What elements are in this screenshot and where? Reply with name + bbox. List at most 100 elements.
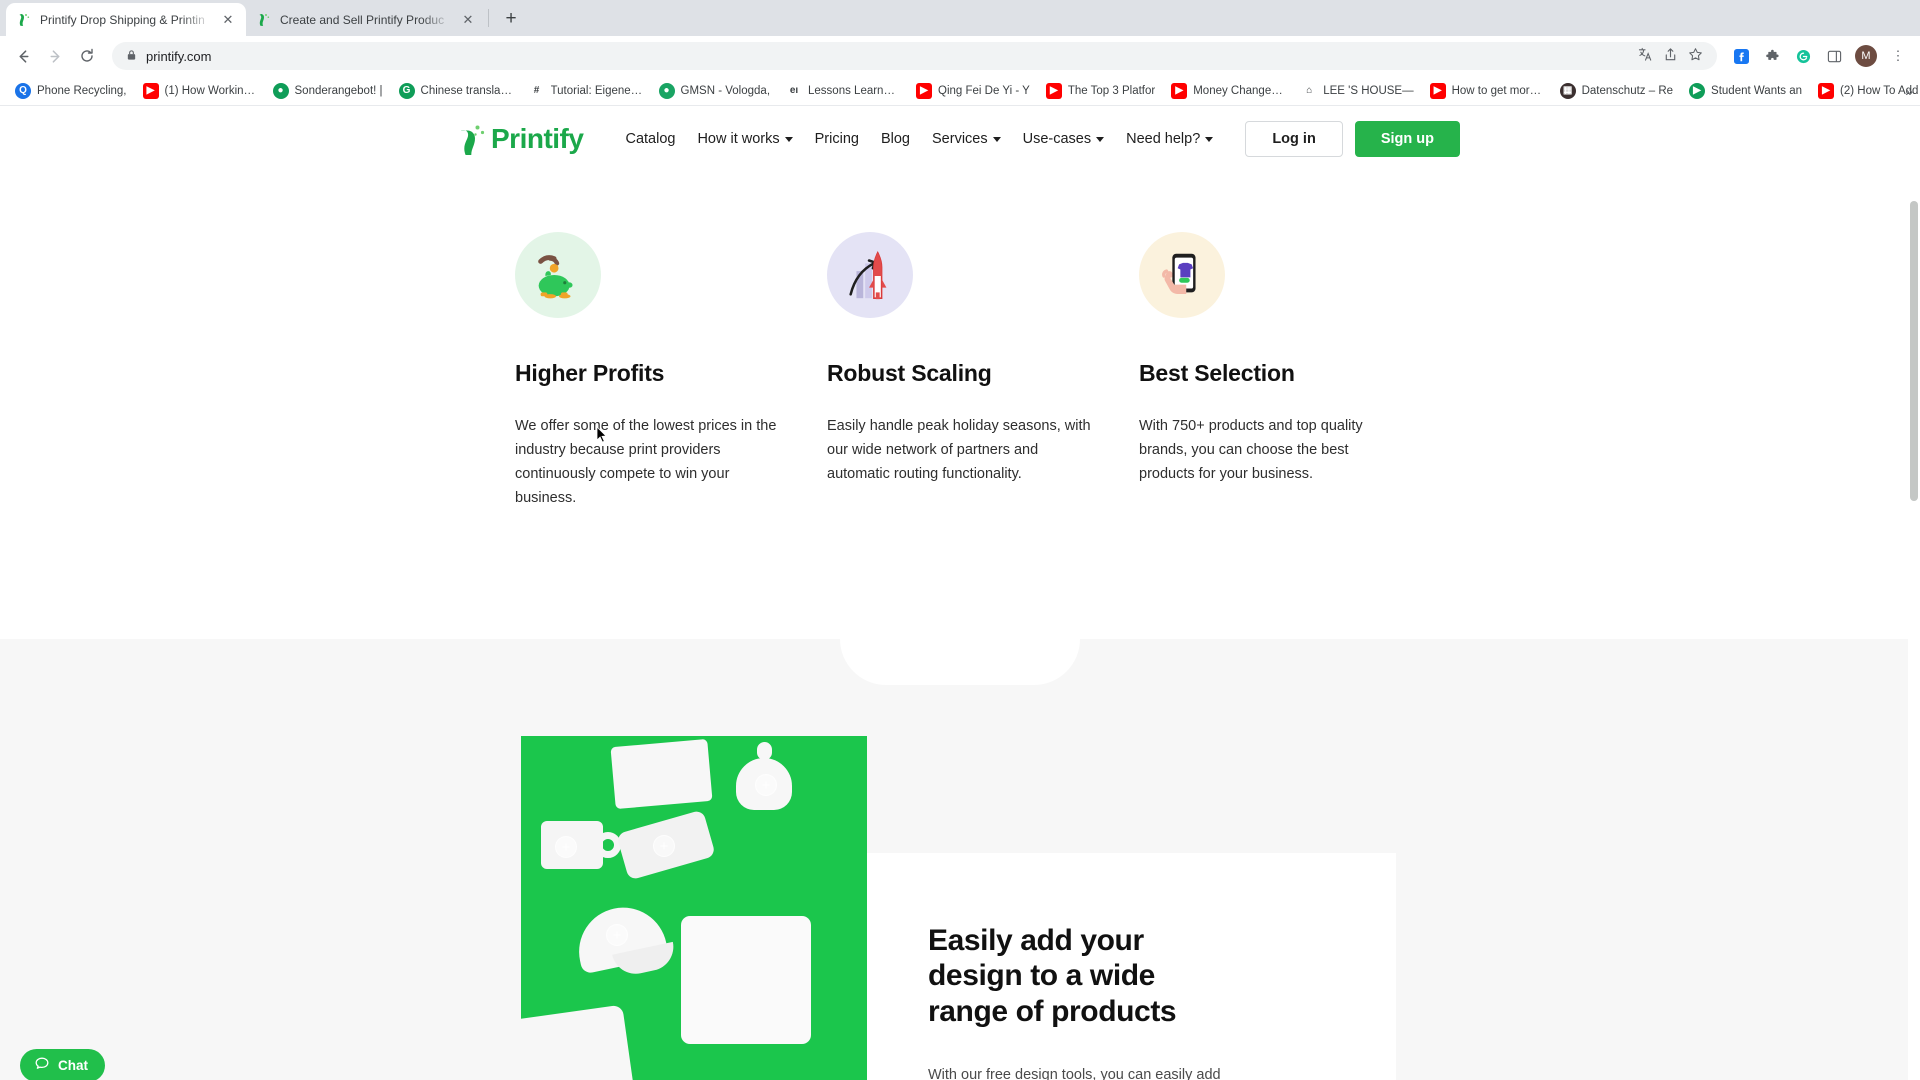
bookmark-item[interactable]: ⌂ LEE 'S HOUSE— — [1294, 80, 1420, 102]
showcase-section: + + + + + + Easily add your design — [521, 736, 1399, 1080]
share-icon[interactable] — [1663, 47, 1678, 65]
bookmark-item[interactable]: ▶ Student Wants an — [1682, 80, 1809, 102]
feature-card: Higher Profits We offer some of the lowes… — [515, 232, 781, 511]
bookmark-label: Qing Fei De Yi - Y — [938, 84, 1030, 97]
browser-tab-2[interactable]: Create and Sell Printify Produc ✕ — [246, 3, 486, 36]
grammarly-extension-icon[interactable] — [1789, 42, 1817, 70]
translate-icon[interactable] — [1638, 47, 1653, 65]
product-tshirt — [681, 916, 811, 1044]
bookmark-item[interactable]: ▶ The Top 3 Platfor — [1039, 80, 1162, 102]
youtube-icon: ▶ — [1045, 82, 1062, 99]
star-icon[interactable] — [1688, 47, 1703, 65]
bookmark-item[interactable]: ▶ Money Changes E — [1164, 80, 1292, 102]
plus-badge[interactable]: + — [653, 835, 675, 857]
more-menu-icon[interactable]: ⋮ — [1884, 42, 1912, 70]
page-scrollbar[interactable] — [1908, 106, 1920, 1080]
nav-actions: Log in Sign up — [1245, 121, 1460, 157]
browser-tab-1[interactable]: Printify Drop Shipping & Printin ✕ — [6, 3, 246, 36]
feature-body: With 750+ products and top quality brand… — [1139, 418, 1363, 482]
product-beanie-knot — [757, 742, 772, 760]
bookmark-label: (1) How Working a — [164, 84, 257, 97]
extension-icons: M ⋮ — [1727, 42, 1912, 70]
bookmark-label: GMSN - Vologda, — [680, 84, 771, 97]
nav-link-blog[interactable]: Blog — [881, 131, 910, 147]
chat-widget-button[interactable]: Chat — [20, 1049, 105, 1080]
bookmark-item[interactable]: ▶ (2) How To Add A — [1811, 80, 1920, 102]
bookmark-label: Phone Recycling, — [37, 84, 127, 97]
bookmark-item[interactable]: ● Sonderangebot! | — [266, 80, 390, 102]
bookmarks-bar: Q Phone Recycling, ▶ (1) How Working a ● Sond… — [0, 76, 1920, 106]
showcase-text-card: Easily add your design to a wide range o… — [866, 853, 1396, 1080]
nav-link-use-cases[interactable]: Use-cases — [1023, 131, 1105, 147]
nav-link-label: Catalog — [625, 131, 676, 147]
nav-link-pricing[interactable]: Pricing — [815, 131, 859, 147]
feature-title: Higher Profits — [515, 360, 665, 386]
green-circle-icon: ● — [658, 82, 675, 99]
bookmark-item[interactable]: ▶ How to get more v — [1423, 80, 1551, 102]
globe-icon: Q — [15, 82, 31, 99]
bookmark-item[interactable]: Q Phone Recycling, — [8, 80, 134, 102]
bookmarks-overflow-icon[interactable]: » — [1905, 83, 1914, 99]
showcase-body: With our free design tools, you can easi… — [928, 1067, 1221, 1080]
profile-avatar-icon[interactable]: M — [1855, 45, 1877, 67]
new-tab-button[interactable]: + — [497, 5, 525, 33]
bookmark-label: Chinese translatio — [420, 84, 513, 97]
bookmark-label: Lessons Learned f — [808, 84, 901, 97]
bookmark-label: The Top 3 Platfor — [1067, 84, 1156, 97]
text-icon: eı — [789, 84, 799, 96]
rocket-growth-chart-icon — [827, 232, 913, 318]
bookmark-label: Datenschutz – Re — [1581, 84, 1674, 97]
chevron-down-icon — [784, 136, 793, 142]
plus-badge[interactable]: + — [755, 774, 777, 796]
youtube-icon: ▶ — [1429, 82, 1446, 99]
green-circle-icon: ▶ — [1689, 82, 1706, 99]
bookmark-label: Tutorial: Eigene Fa — [550, 84, 643, 97]
feature-title: Best Selection — [1139, 360, 1295, 386]
puzzle-extension-icon[interactable] — [1758, 42, 1786, 70]
login-button[interactable]: Log in — [1245, 121, 1343, 157]
site-navigation: Printify Catalog How it works Pricing Blog S… — [0, 106, 1920, 172]
feature-card: Robust Scaling Easily handle peak holiday… — [827, 232, 1093, 511]
green-circle-icon: ● — [272, 82, 289, 99]
tab-title: Create and Sell Printify Produc — [280, 12, 445, 27]
bookmark-label: How to get more v — [1451, 84, 1544, 97]
nav-link-need-help[interactable]: Need help? — [1126, 131, 1214, 147]
youtube-icon: ▶ — [916, 82, 933, 99]
tab-separator — [488, 9, 489, 27]
url-text: printify.com — [146, 48, 212, 64]
back-icon[interactable] — [8, 41, 38, 71]
chevron-down-icon — [1096, 136, 1105, 142]
hash-icon: # — [533, 84, 540, 96]
bookmark-item[interactable]: G Chinese translatio — [392, 80, 520, 102]
piggy-bank-coin-icon — [515, 232, 601, 318]
bookmark-label: Money Changes E — [1193, 84, 1286, 97]
reload-icon[interactable] — [72, 41, 102, 71]
bookmark-item[interactable]: eı Lessons Learned f — [779, 80, 907, 102]
lock-icon — [126, 49, 137, 64]
bookmark-item[interactable]: # Tutorial: Eigene Fa — [522, 80, 650, 102]
signup-button[interactable]: Sign up — [1354, 121, 1460, 157]
bookmark-item[interactable]: ▶ (1) How Working a — [136, 80, 264, 102]
plus-badge[interactable]: + — [555, 836, 577, 858]
printify-logo[interactable]: Printify — [460, 123, 584, 155]
close-icon[interactable]: ✕ — [220, 12, 236, 28]
facebook-extension-icon[interactable] — [1727, 42, 1755, 70]
forward-icon — [40, 41, 70, 71]
address-bar[interactable]: printify.com — [112, 42, 1717, 70]
scrollbar-thumb[interactable] — [1910, 201, 1918, 501]
bookmark-item[interactable]: ▦ Datenschutz – Re — [1553, 80, 1680, 102]
youtube-icon: ▶ — [1171, 82, 1188, 99]
sidebar-icon[interactable] — [1820, 42, 1848, 70]
web-page: Printify Catalog How it works Pricing Blog S… — [0, 106, 1920, 1080]
bookmark-item[interactable]: ● GMSN - Vologda, — [652, 80, 777, 102]
product-mug-handle — [595, 832, 621, 858]
bookmark-item[interactable]: ▶ Qing Fei De Yi - Y — [909, 80, 1037, 102]
nav-link-how-it-works[interactable]: How it works — [697, 131, 793, 147]
nav-link-services[interactable]: Services — [932, 131, 1001, 147]
nav-link-label: Blog — [880, 131, 910, 147]
nav-link-catalog[interactable]: Catalog — [625, 131, 675, 147]
plus-badge[interactable]: + — [606, 924, 628, 946]
nav-link-label: Services — [932, 131, 988, 147]
close-icon[interactable]: ✕ — [460, 12, 476, 28]
chat-bubble-icon — [34, 1056, 50, 1075]
